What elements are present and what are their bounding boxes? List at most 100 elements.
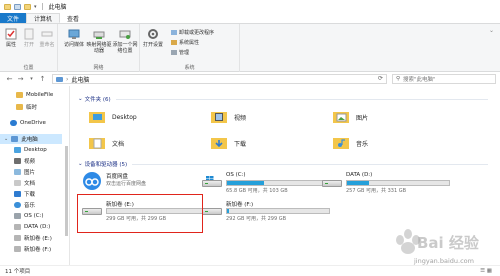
nav-item-documents[interactable]: 文档 [0, 178, 62, 188]
nav-item-label: MobileFile [26, 92, 54, 98]
drive-icon [14, 213, 21, 219]
divider [115, 98, 488, 100]
nav-item-drive-f[interactable]: 新加卷 (F:) [0, 244, 62, 254]
address-row: ← → ▾ ↑ › 此电脑 ⟳ ⚲ 搜索"此电脑" [0, 72, 500, 86]
properties-icon [5, 28, 17, 40]
drive-usage-fill [227, 181, 264, 185]
folder-pictures[interactable]: 图片 [332, 110, 368, 124]
drive-icon [14, 224, 21, 230]
expand-chevron-icon[interactable]: ⌄ [4, 136, 8, 142]
add-network-location-button[interactable]: 添加一个网络位置 [112, 28, 138, 54]
folders-group-header[interactable]: ⌄ 文件夹 (6) [78, 95, 488, 103]
divider [132, 163, 488, 165]
collapse-chevron-icon[interactable]: ⌄ [78, 161, 83, 167]
tab-file[interactable]: 文件 [0, 13, 27, 23]
nav-item-downloads[interactable]: 下载 [0, 189, 62, 199]
folder-icon [4, 3, 11, 10]
access-media-label: 访问媒体 [63, 42, 84, 48]
nav-item-pictures[interactable]: 图片 [0, 167, 62, 177]
collapse-chevron-icon[interactable]: ⌄ [78, 96, 83, 102]
ribbon-group-network: 访问媒体 映射网络驱动器 添加一个网络位置 网络 [58, 24, 140, 72]
nav-item-drive-c[interactable]: OS (C:) [0, 211, 62, 221]
download-icon [14, 191, 21, 197]
folders-group-title: 文件夹 (6) [84, 97, 111, 103]
nav-item-desktop[interactable]: Desktop [0, 145, 62, 155]
drive-f[interactable]: 新加卷 (F:) 292 GB 可用，共 299 GB [202, 200, 330, 230]
nav-item-label: DATA (D:) [24, 224, 51, 230]
manage-label: 管理 [179, 50, 190, 56]
map-network-drive-label: 映射网络驱动器 [86, 42, 112, 54]
quick-access-folder-icon[interactable] [24, 3, 31, 10]
group-label-system: 系统 [184, 65, 195, 71]
nav-item-label: 新加卷 (E:) [24, 236, 52, 242]
watermark-logo: Bai 经验 [417, 234, 479, 252]
refresh-icon[interactable]: ⟳ [378, 75, 383, 82]
nav-item-mobilefile[interactable]: MobileFile [0, 90, 62, 100]
drive-free-space: 257 GB 可用，共 331 GB [346, 188, 407, 194]
nav-item-temp[interactable]: 临时 [0, 102, 62, 112]
ribbon-collapse-icon[interactable]: ⌄ [489, 27, 494, 34]
nav-item-label: 临时 [26, 105, 38, 111]
drive-icon [322, 176, 342, 188]
checkbox-icon[interactable] [14, 3, 21, 10]
nav-item-onedrive[interactable]: OneDrive [0, 118, 62, 128]
drive-usage-bar [346, 180, 450, 186]
nav-item-label: OS (C:) [24, 213, 44, 219]
drive-free-space: 65.8 GB 可用，共 103 GB [226, 188, 288, 194]
nav-item-drive-d[interactable]: DATA (D:) [0, 222, 62, 232]
picture-icon [14, 169, 21, 175]
manage-button[interactable]: 管理 [171, 49, 189, 56]
nav-item-label: OneDrive [20, 120, 46, 126]
nav-item-videos[interactable]: 视频 [0, 156, 62, 166]
rename-button[interactable]: 重命名 [36, 28, 58, 48]
address-bar[interactable]: › 此电脑 ⟳ [52, 74, 387, 84]
drive-usage-fill [347, 181, 370, 185]
window-title: 此电脑 [48, 4, 67, 11]
programs-icon [171, 30, 177, 35]
system-properties-button[interactable]: 系统属性 [171, 39, 199, 46]
nav-item-label: Desktop [24, 147, 47, 153]
tab-computer[interactable]: 计算机 [26, 13, 61, 23]
search-input[interactable]: ⚲ 搜索"此电脑" [392, 74, 496, 84]
navigation-pane: MobileFile 临时 OneDrive ⌄ 此电脑 Desktop 视频 … [0, 86, 70, 265]
nav-item-drive-e[interactable]: 新加卷 (E:) [0, 233, 62, 243]
open-settings-button[interactable]: 打开设置 [142, 28, 164, 48]
document-icon [14, 180, 21, 186]
nav-item-music[interactable]: 音乐 [0, 200, 62, 210]
drive-c[interactable]: OS (C:) 65.8 GB 可用，共 103 GB [202, 172, 330, 202]
search-placeholder: 搜索"此电脑" [403, 77, 436, 83]
breadcrumb-this-pc[interactable]: 此电脑 [71, 75, 89, 84]
scrollbar-thumb[interactable] [65, 146, 68, 236]
folder-documents[interactable]: 文档 [88, 136, 124, 150]
up-icon[interactable]: ↑ [39, 75, 46, 83]
breadcrumb-chevron-icon[interactable]: › [66, 76, 68, 83]
media-icon [68, 29, 80, 39]
manage-icon [171, 50, 177, 55]
network-location-icon [119, 30, 131, 39]
forward-icon[interactable]: → [17, 75, 24, 83]
nav-item-this-pc[interactable]: ⌄ 此电脑 [0, 134, 62, 144]
network-drive-icon [93, 31, 105, 39]
quick-access-dropdown-icon[interactable]: ▾ [34, 4, 37, 10]
folder-desktop[interactable]: Desktop [88, 110, 137, 124]
recent-dropdown-icon[interactable]: ▾ [28, 76, 35, 82]
open-icon [24, 28, 34, 40]
folder-music[interactable]: 音乐 [332, 136, 368, 150]
folder-videos[interactable]: 视频 [210, 110, 246, 124]
drive-icon [14, 246, 21, 252]
add-network-location-label: 添加一个网络位置 [112, 42, 138, 54]
settings-icon [148, 29, 158, 39]
drive-usage-bar [226, 180, 330, 186]
drive-d[interactable]: DATA (D:) 257 GB 可用，共 331 GB [322, 172, 450, 202]
uninstall-programs-button[interactable]: 卸载或更改程序 [171, 29, 214, 36]
access-media-button[interactable]: 访问媒体 [62, 28, 86, 48]
folder-label: 下载 [234, 140, 247, 148]
drive-name: 新加卷 (F:) [226, 202, 254, 208]
devices-group-header[interactable]: ⌄ 设备和驱动器 (5) [78, 160, 488, 168]
nav-scrollbar[interactable] [64, 86, 69, 264]
folder-downloads[interactable]: 下载 [210, 136, 246, 150]
map-network-drive-button[interactable]: 映射网络驱动器 [86, 28, 112, 54]
nav-item-label: 音乐 [24, 203, 36, 209]
back-icon[interactable]: ← [6, 75, 13, 83]
tab-view[interactable]: 查看 [60, 13, 86, 23]
